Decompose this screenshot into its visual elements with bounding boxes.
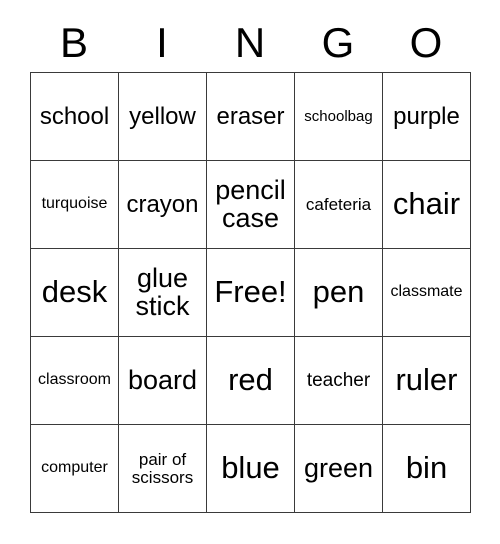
bingo-cell[interactable]: turquoise xyxy=(31,161,119,249)
bingo-cell-label: purple xyxy=(393,102,460,130)
bingo-cell-label: red xyxy=(228,362,273,398)
bingo-header-letter-n: N xyxy=(234,19,266,66)
bingo-cell-free-space[interactable]: Free! xyxy=(207,249,295,337)
bingo-cell-label: pair of scissors xyxy=(131,450,194,487)
bingo-cell[interactable]: school xyxy=(31,73,119,161)
bingo-cell[interactable]: purple xyxy=(383,73,471,161)
bingo-cell-label: glue stick xyxy=(135,262,190,321)
bingo-row: school yellow eraser schoolbag purple xyxy=(31,73,471,161)
bingo-cell[interactable]: computer xyxy=(31,425,119,513)
bingo-header-letter-g: G xyxy=(321,19,355,66)
bingo-cell-label: green xyxy=(303,453,374,484)
bingo-grid: school yellow eraser schoolbag purple tu… xyxy=(30,72,471,513)
bingo-cell-label: cafeteria xyxy=(305,194,372,214)
bingo-row: computer pair of scissors blue green bin xyxy=(31,425,471,513)
bingo-cell-label: computer xyxy=(41,459,108,477)
bingo-cell-label: ruler xyxy=(395,362,458,398)
bingo-cell[interactable]: glue stick xyxy=(119,249,207,337)
bingo-cell[interactable]: pen xyxy=(295,249,383,337)
bingo-cell[interactable]: green xyxy=(295,425,383,513)
bingo-cell[interactable]: chair xyxy=(383,161,471,249)
bingo-cell[interactable]: red xyxy=(207,337,295,425)
bingo-cell[interactable]: board xyxy=(119,337,207,425)
bingo-header-row: B I N G O xyxy=(30,14,470,72)
bingo-cell-label: Free! xyxy=(214,274,287,310)
bingo-cell-label: turquoise xyxy=(41,195,108,213)
bingo-cell-label: blue xyxy=(221,450,280,486)
bingo-cell[interactable]: eraser xyxy=(207,73,295,161)
bingo-row: turquoise crayon pencil case cafeteria c… xyxy=(31,161,471,249)
bingo-cell[interactable]: bin xyxy=(383,425,471,513)
bingo-cell-label: classroom xyxy=(38,371,111,389)
bingo-cell[interactable]: ruler xyxy=(383,337,471,425)
bingo-cell-label: crayon xyxy=(126,190,199,218)
bingo-cell-label: pencil case xyxy=(215,174,286,233)
bingo-cell-label: board xyxy=(127,365,198,396)
bingo-cell-label: bin xyxy=(405,450,448,486)
bingo-cell[interactable]: crayon xyxy=(119,161,207,249)
bingo-cell-label: pen xyxy=(312,274,365,310)
bingo-header-letter-i: I xyxy=(156,19,168,66)
bingo-cell[interactable]: yellow xyxy=(119,73,207,161)
bingo-cell[interactable]: schoolbag xyxy=(295,73,383,161)
bingo-cell[interactable]: teacher xyxy=(295,337,383,425)
bingo-header-letter-o: O xyxy=(409,19,443,66)
bingo-card: B I N G O school yellow eraser schoolbag… xyxy=(30,14,471,513)
bingo-row: desk glue stick Free! pen classmate xyxy=(31,249,471,337)
bingo-cell-label: yellow xyxy=(129,102,196,130)
bingo-cell[interactable]: blue xyxy=(207,425,295,513)
bingo-cell-label: desk xyxy=(41,274,108,310)
bingo-cell[interactable]: pencil case xyxy=(207,161,295,249)
bingo-cell-label: chair xyxy=(392,186,461,222)
bingo-cell-label: eraser xyxy=(216,102,285,130)
bingo-cell-label: classmate xyxy=(390,283,463,301)
bingo-cell-label: teacher xyxy=(306,369,371,391)
bingo-header-letter-b: B xyxy=(59,19,88,66)
bingo-cell[interactable]: cafeteria xyxy=(295,161,383,249)
bingo-cell[interactable]: classmate xyxy=(383,249,471,337)
bingo-row: classroom board red teacher ruler xyxy=(31,337,471,425)
bingo-cell[interactable]: classroom xyxy=(31,337,119,425)
bingo-cell-label: schoolbag xyxy=(304,107,373,125)
bingo-cell[interactable]: pair of scissors xyxy=(119,425,207,513)
bingo-cell[interactable]: desk xyxy=(31,249,119,337)
bingo-cell-label: school xyxy=(39,102,110,130)
